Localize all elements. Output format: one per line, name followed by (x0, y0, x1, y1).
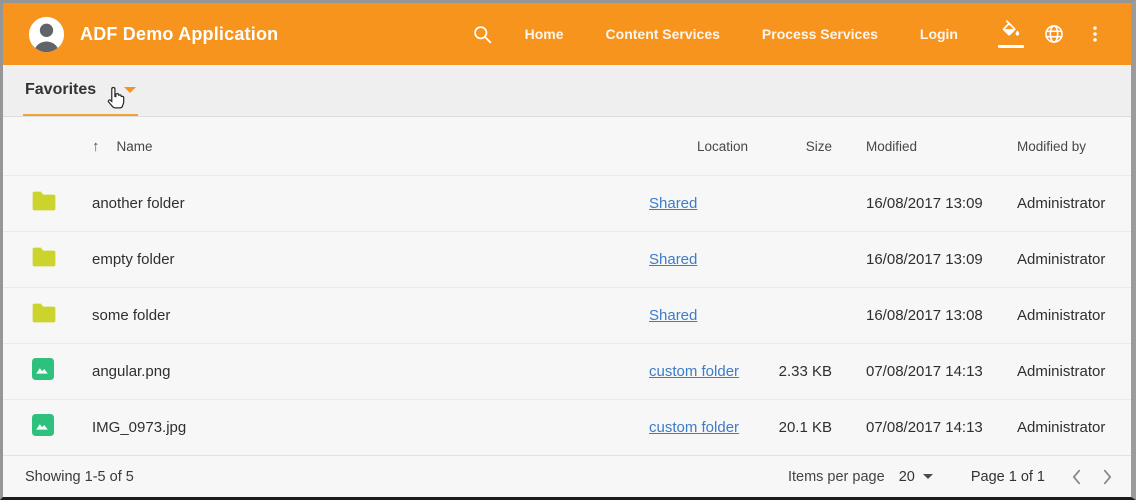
pagination-footer: Showing 1-5 of 5 Items per page 20 Page … (3, 455, 1131, 497)
items-per-page-value: 20 (899, 469, 915, 485)
location-link[interactable]: custom folder (649, 363, 739, 380)
image-file-icon (31, 357, 55, 386)
user-avatar-icon[interactable] (28, 16, 65, 53)
column-header-modified[interactable]: Modified (832, 139, 1015, 154)
sort-ascending-icon[interactable]: ↑ (92, 138, 100, 155)
tab-strip: Favorites (3, 65, 1131, 117)
items-per-page-label: Items per page (788, 469, 885, 485)
next-page-button[interactable] (1102, 468, 1113, 486)
column-header-size[interactable]: Size (752, 139, 832, 154)
app-header: ADF Demo Application Home Content Servic… (3, 3, 1131, 65)
file-name: angular.png (92, 363, 170, 380)
file-size: 20.1 KB (752, 419, 832, 436)
nav-home[interactable]: Home (525, 26, 564, 42)
modified-date: 07/08/2017 14:13 (832, 363, 1015, 380)
location-link[interactable]: custom folder (649, 419, 739, 436)
modified-by: Administrator (1015, 363, 1131, 380)
color-indicator-bar (998, 45, 1024, 48)
table-row[interactable]: angular.png custom folder 2.33 KB 07/08/… (3, 343, 1131, 399)
app-window: ADF Demo Application Home Content Servic… (0, 0, 1136, 500)
image-file-icon (31, 413, 55, 442)
table-row[interactable]: empty folder Shared 16/08/2017 13:09 Adm… (3, 231, 1131, 287)
nav-content-services[interactable]: Content Services (606, 26, 720, 42)
file-name: some folder (92, 307, 170, 324)
items-per-page-select[interactable]: Items per page 20 (788, 469, 933, 485)
language-globe-icon[interactable] (1043, 23, 1065, 45)
color-fill-icon[interactable] (1000, 20, 1022, 48)
location-link[interactable]: Shared (649, 307, 697, 324)
location-link[interactable]: Shared (649, 251, 697, 268)
location-link[interactable]: Shared (649, 195, 697, 212)
modified-date: 16/08/2017 13:08 (832, 307, 1015, 324)
table-header-row: ↑ Name Location Size Modified Modified b… (3, 117, 1131, 175)
folder-icon (31, 302, 57, 329)
modified-date: 16/08/2017 13:09 (832, 195, 1015, 212)
previous-page-button[interactable] (1071, 468, 1082, 486)
showing-count: Showing 1-5 of 5 (25, 469, 134, 485)
column-header-location[interactable]: Location (649, 139, 752, 154)
file-size: 2.33 KB (752, 363, 832, 380)
table-row[interactable]: some folder Shared 16/08/2017 13:08 Admi… (3, 287, 1131, 343)
modified-date: 16/08/2017 13:09 (832, 251, 1015, 268)
modified-date: 07/08/2017 14:13 (832, 419, 1015, 436)
modified-by: Administrator (1015, 251, 1131, 268)
file-name: empty folder (92, 251, 175, 268)
file-name: another folder (92, 195, 185, 212)
modified-by: Administrator (1015, 419, 1131, 436)
table-body: another folder Shared 16/08/2017 13:09 A… (3, 175, 1131, 455)
table-row[interactable]: IMG_0973.jpg custom folder 20.1 KB 07/08… (3, 399, 1131, 455)
chevron-down-icon (923, 474, 933, 479)
modified-by: Administrator (1015, 195, 1131, 212)
table-row[interactable]: another folder Shared 16/08/2017 13:09 A… (3, 175, 1131, 231)
folder-icon (31, 246, 57, 273)
nav-login[interactable]: Login (920, 26, 958, 42)
column-header-name[interactable]: ↑ Name (92, 138, 649, 155)
app-title: ADF Demo Application (80, 24, 278, 45)
search-icon[interactable] (472, 24, 493, 45)
more-vert-icon[interactable] (1085, 24, 1105, 44)
column-header-modified-by[interactable]: Modified by (1015, 139, 1131, 154)
nav-process-services[interactable]: Process Services (762, 26, 878, 42)
modified-by: Administrator (1015, 307, 1131, 324)
hand-cursor-icon (103, 85, 130, 117)
page-status: Page 1 of 1 (971, 469, 1045, 485)
folder-icon (31, 190, 57, 217)
file-name: IMG_0973.jpg (92, 419, 186, 436)
tab-favorites-label: Favorites (25, 81, 96, 99)
